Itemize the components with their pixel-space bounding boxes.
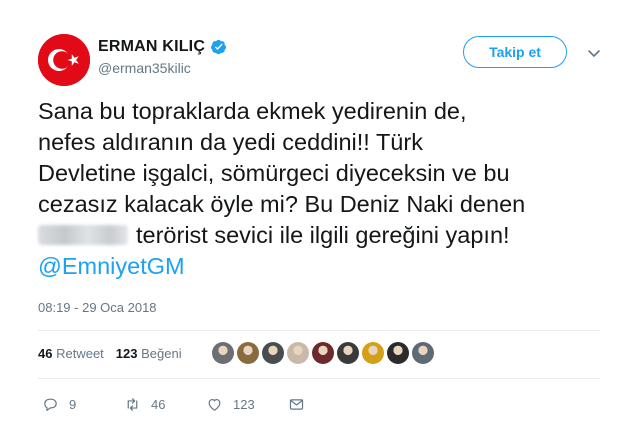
divider	[38, 330, 600, 331]
reply-button[interactable]: 9	[42, 396, 124, 413]
retweet-icon	[127, 398, 138, 411]
liker-avatars	[212, 342, 434, 364]
liker-avatar[interactable]	[337, 342, 359, 364]
heart-icon	[208, 398, 221, 411]
tweet-line-with-redaction: terörist sevici ile ilgili gereğini yapı…	[38, 220, 628, 251]
retweet-stat-label: Retweet	[56, 346, 104, 361]
like-button[interactable]: 123	[206, 396, 288, 413]
user-handle[interactable]: @erman35kilic	[98, 60, 191, 76]
tweet-line: terörist sevici ile ilgili gereğini yapı…	[136, 222, 510, 248]
tweet-line: cezasız kalacak öyle mi? Bu Deniz Naki d…	[38, 191, 526, 217]
tweet-line: nefes aldıranın da yedi ceddini!! Türk	[38, 129, 423, 155]
direct-message-button[interactable]	[288, 396, 305, 413]
retweet-stat[interactable]: 46 Retweet	[38, 346, 104, 361]
tweet-line: Sana bu topraklarda ekmek yedirenin de,	[38, 98, 467, 124]
liker-avatar[interactable]	[387, 342, 409, 364]
like-count: 123	[233, 397, 255, 412]
retweet-count: 46	[151, 397, 166, 412]
avatar[interactable]	[38, 34, 90, 86]
user-name-row[interactable]: ERMAN KILIÇ	[98, 38, 227, 56]
action-bar: 9 46 123	[42, 396, 305, 413]
divider	[38, 378, 600, 379]
liker-avatar[interactable]	[237, 342, 259, 364]
reply-count: 9	[69, 397, 77, 412]
tweet-line: Devletine işgalci, sömürgeci diyeceksin …	[38, 160, 510, 186]
chevron-down-icon[interactable]	[585, 44, 603, 62]
tweet-text: Sana bu topraklarda ekmek yedirenin de, …	[38, 96, 628, 282]
liker-avatar[interactable]	[262, 342, 284, 364]
engagement-stats: 46 Retweet 123 Beğeni	[38, 346, 182, 361]
liker-avatar[interactable]	[412, 342, 434, 364]
envelope-icon	[289, 399, 304, 410]
liker-avatar[interactable]	[312, 342, 334, 364]
liker-avatar[interactable]	[212, 342, 234, 364]
blurred-redaction	[38, 225, 128, 245]
display-name[interactable]: ERMAN KILIÇ	[98, 38, 205, 56]
tweet-card: ERMAN KILIÇ @erman35kilic Takip et Sana …	[0, 0, 640, 440]
like-stat-label: Beğeni	[141, 346, 182, 361]
mention-link[interactable]: @EmniyetGM	[38, 251, 628, 282]
retweet-button[interactable]: 46	[124, 396, 206, 413]
reply-icon	[44, 398, 57, 411]
like-stat[interactable]: 123 Beğeni	[116, 346, 182, 361]
liker-avatar[interactable]	[362, 342, 384, 364]
follow-button[interactable]: Takip et	[463, 36, 567, 68]
liker-avatar[interactable]	[287, 342, 309, 364]
verified-badge-icon	[211, 39, 227, 55]
retweet-stat-count: 46	[38, 346, 53, 361]
timestamp[interactable]: 08:19 - 29 Oca 2018	[38, 300, 157, 315]
turkish-flag-icon	[38, 34, 90, 86]
like-stat-count: 123	[115, 346, 138, 361]
